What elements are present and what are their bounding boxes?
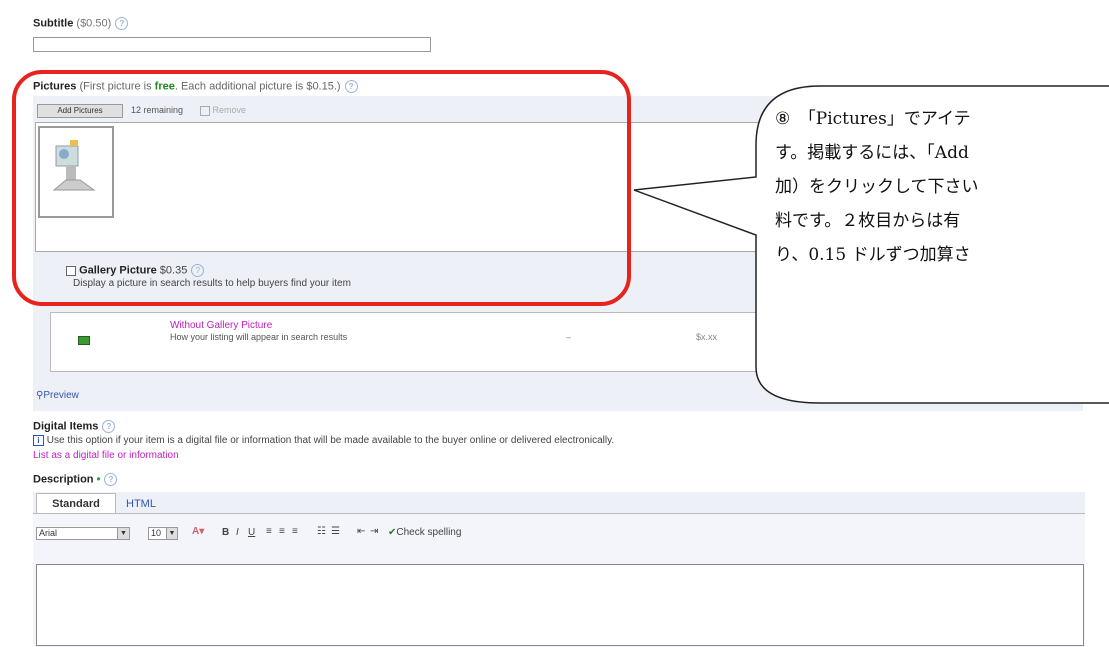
tab-standard[interactable]: Standard	[36, 493, 116, 514]
help-icon[interactable]: ?	[102, 420, 116, 433]
gallery-option-desc: How your listing will appear in search r…	[170, 332, 348, 342]
align-center-icon[interactable]: ≡	[279, 526, 285, 537]
callout-text: ⑧ 「Pictures」でアイテ す。掲載するには、「Add 加）をクリックして…	[775, 109, 979, 265]
required-dot-icon: •	[96, 473, 101, 486]
gallery-option-title[interactable]: Without Gallery Picture	[170, 320, 272, 331]
check-spelling-button[interactable]: ✔Check spelling	[388, 527, 461, 538]
highlight-frame	[12, 70, 631, 306]
font-select[interactable]: Arial ▼	[36, 527, 130, 540]
preview-link[interactable]: ⚲Preview	[36, 390, 79, 401]
chevron-down-icon: ▼	[117, 528, 129, 539]
description-textarea[interactable]	[36, 564, 1084, 646]
underline-icon[interactable]: U	[248, 527, 255, 538]
digital-items-label: Digital Items?	[33, 420, 116, 433]
indent-icon[interactable]: ⇥	[370, 526, 378, 537]
listing-icon	[78, 336, 90, 345]
subtitle-label: Subtitle ($0.50)?	[33, 17, 129, 30]
size-select[interactable]: 10 ▼	[148, 527, 178, 540]
outdent-icon[interactable]: ⇤	[357, 526, 365, 537]
help-icon[interactable]: ?	[115, 17, 129, 30]
gallery-option-dash: –	[566, 332, 572, 342]
numbered-list-icon[interactable]: ☷	[317, 526, 326, 537]
align-left-icon[interactable]: ≡	[266, 526, 272, 537]
description-label: Description •?	[33, 473, 118, 486]
italic-icon[interactable]: I	[236, 527, 239, 538]
align-right-icon[interactable]: ≡	[292, 526, 298, 537]
info-icon: i	[33, 435, 44, 446]
subtitle-input[interactable]	[33, 37, 431, 52]
bullet-list-icon[interactable]: ☰	[331, 526, 340, 537]
tab-html[interactable]: HTML	[126, 498, 156, 510]
font-color-icon[interactable]: A▾	[192, 526, 204, 537]
help-icon[interactable]: ?	[104, 473, 118, 486]
bold-icon[interactable]: B	[222, 527, 229, 538]
digital-link[interactable]: List as a digital file or information	[33, 450, 179, 461]
digital-info: i Use this option if your item is a digi…	[33, 435, 614, 446]
chevron-down-icon: ▼	[166, 528, 177, 539]
